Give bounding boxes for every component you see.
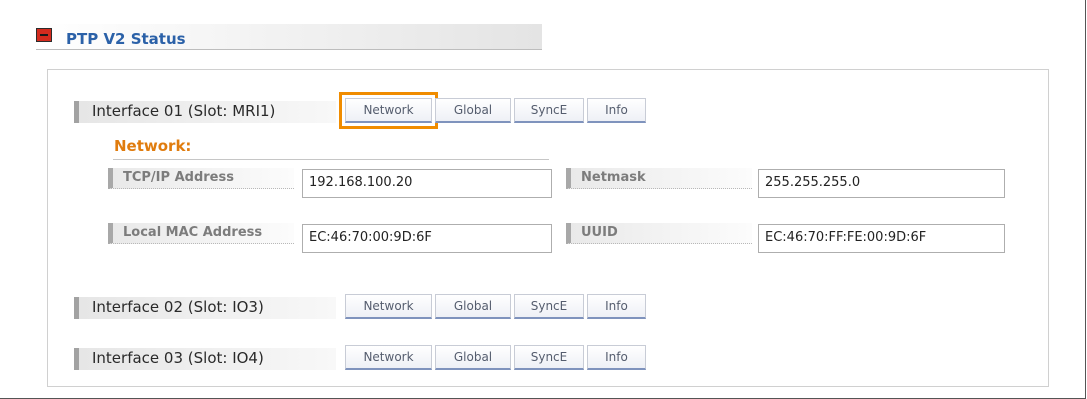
tab-synce[interactable]: SyncE <box>514 98 584 123</box>
tab-info[interactable]: Info <box>587 294 646 319</box>
uuid-label: UUID <box>566 223 752 244</box>
tab-synce[interactable]: SyncE <box>514 345 584 370</box>
tab-network[interactable]: Network <box>345 294 432 319</box>
interface-row-03: Interface 03 (Slot: IO4) Network Global … <box>74 343 654 375</box>
tab-info[interactable]: Info <box>587 345 646 370</box>
tcpip-address-field[interactable]: 192.168.100.20 <box>302 169 552 198</box>
tab-info[interactable]: Info <box>587 98 646 123</box>
section-header: PTP V2 Status <box>36 24 542 50</box>
tab-global[interactable]: Global <box>435 98 511 123</box>
tcpip-address-label: TCP/IP Address <box>108 168 294 189</box>
interface-label: Interface 03 (Slot: IO4) <box>74 348 336 370</box>
interface-row-01: Interface 01 (Slot: MRI1) Network Global… <box>74 92 654 129</box>
collapse-minus-icon[interactable] <box>36 28 52 42</box>
network-divider <box>113 159 549 160</box>
network-section-title: Network: <box>114 137 192 155</box>
local-mac-address-label: Local MAC Address <box>108 223 294 244</box>
uuid-field[interactable]: EC:46:70:FF:FE:00:9D:6F <box>758 224 1005 253</box>
tab-network[interactable]: Network <box>339 92 438 129</box>
section-title: PTP V2 Status <box>66 30 186 48</box>
local-mac-address-field[interactable]: EC:46:70:00:9D:6F <box>302 224 552 253</box>
tab-global[interactable]: Global <box>435 345 511 370</box>
tab-network[interactable]: Network <box>345 345 432 370</box>
interface-label: Interface 02 (Slot: IO3) <box>74 297 336 319</box>
tab-synce[interactable]: SyncE <box>514 294 584 319</box>
interface-row-02: Interface 02 (Slot: IO3) Network Global … <box>74 292 654 324</box>
netmask-field[interactable]: 255.255.255.0 <box>758 169 1005 198</box>
interface-label: Interface 01 (Slot: MRI1) <box>74 101 336 123</box>
tab-global[interactable]: Global <box>435 294 511 319</box>
netmask-label: Netmask <box>566 168 752 189</box>
